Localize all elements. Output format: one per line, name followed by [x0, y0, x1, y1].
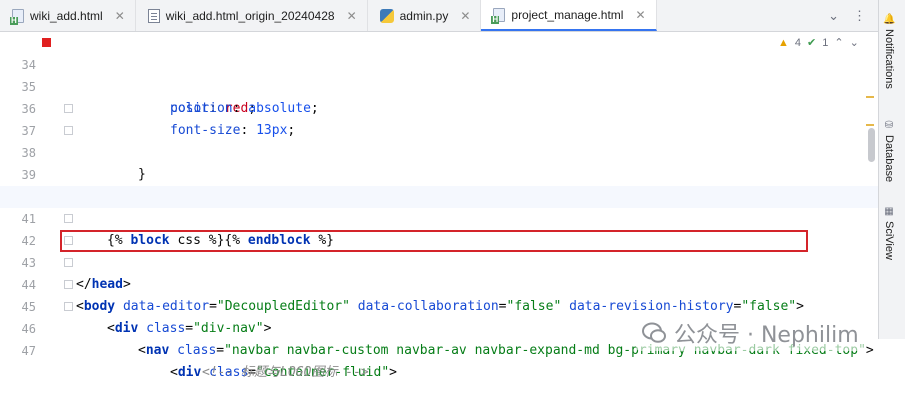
database-icon: ⛁: [884, 120, 894, 131]
fold-marker[interactable]: [64, 104, 73, 113]
grid-icon: ▦: [884, 206, 894, 217]
code-comment: <!-- 标题与LOGO图标 -->: [202, 365, 369, 380]
close-icon[interactable]: ✕: [115, 9, 125, 23]
notifications-tool[interactable]: 🔔 Notifications: [883, 14, 895, 89]
tab-label: wiki_add.html_origin_20240428: [165, 8, 335, 23]
code-line[interactable]: 37 }: [0, 98, 878, 182]
breakpoint-marker[interactable]: [42, 38, 51, 47]
chevron-up-icon[interactable]: ⌃: [834, 36, 843, 49]
database-label: Database: [883, 135, 895, 183]
tab-admin-py[interactable]: admin.py ✕: [368, 0, 482, 31]
vertical-scrollbar[interactable]: [868, 128, 875, 162]
python-file-icon: [379, 8, 394, 23]
watermark: 公众号 · Nephilim: [636, 315, 865, 351]
lightbulb-icon[interactable]: [84, 167, 142, 203]
sciview-label: SciView: [883, 221, 895, 260]
line-number: 47: [21, 344, 36, 358]
code-line[interactable]: 39: [0, 142, 878, 182]
code-editor[interactable]: 34 color: red; 35 position: absolute; 36…: [0, 32, 878, 380]
editor-tab-bar: wiki_add.html ✕ wiki_add.html_origin_202…: [0, 0, 878, 32]
weak-warning-count: 1: [822, 36, 829, 49]
html-file-icon: [10, 8, 24, 25]
tab-wiki-add[interactable]: wiki_add.html ✕: [0, 0, 136, 31]
bell-icon: 🔔: [883, 14, 896, 25]
code-line[interactable]: 38 </style>: [0, 120, 878, 204]
tab-project-manage[interactable]: project_manage.html ✕: [481, 0, 657, 31]
check-icon: ✔: [807, 37, 817, 49]
close-icon[interactable]: ✕: [347, 9, 357, 23]
fold-marker[interactable]: [64, 258, 73, 267]
fold-marker[interactable]: [64, 280, 73, 289]
warning-count: 4: [794, 36, 802, 49]
close-icon[interactable]: ✕: [635, 8, 645, 22]
warning-marker[interactable]: [866, 96, 874, 98]
tab-label: wiki_add.html: [30, 8, 103, 23]
tab-wiki-add-origin[interactable]: wiki_add.html_origin_20240428 ✕: [136, 0, 368, 31]
close-icon[interactable]: ✕: [460, 9, 470, 23]
watermark-text: 公众号 · Nephilim: [674, 323, 859, 348]
right-tool-strip: 🔔 Notifications ⛁ Database ▦ SciView: [878, 0, 905, 339]
tab-tools: ⌄ ⋮: [828, 0, 878, 31]
code-line[interactable]: 43 <body data-editor="DecoupledEditor" d…: [0, 230, 878, 314]
code-line[interactable]: 34 color: red;: [0, 32, 878, 116]
fold-marker[interactable]: [64, 302, 73, 311]
warning-marker[interactable]: [866, 124, 874, 126]
code-line[interactable]: 44 <div class="div-nav">: [0, 252, 878, 336]
inspection-widget[interactable]: ▲ 4 ✔ 1 ⌃ ⌄: [778, 36, 859, 50]
tab-label: admin.py: [399, 8, 449, 23]
code-line-current[interactable]: 41: [0, 186, 878, 226]
fold-marker[interactable]: [64, 236, 73, 245]
database-tool[interactable]: ⛁ Database: [883, 120, 895, 182]
text-file-icon: [147, 8, 160, 23]
warning-icon: ▲: [778, 36, 789, 49]
code-line[interactable]: 45 <nav class="navbar navbar-custom navb…: [0, 274, 878, 358]
fold-marker[interactable]: [64, 214, 73, 223]
chevron-down-icon[interactable]: ⌄: [850, 36, 859, 49]
fold-marker[interactable]: [64, 126, 73, 135]
code-line[interactable]: 36 font-size: 13px;: [0, 76, 878, 138]
code-line[interactable]: 40 {% block css %}{% endblock %}: [0, 164, 878, 248]
notifications-label: Notifications: [883, 29, 896, 89]
wechat-logo-icon: [642, 322, 666, 344]
tab-label: project_manage.html: [511, 7, 624, 22]
more-options-icon[interactable]: ⋮: [853, 8, 866, 24]
chevron-down-icon[interactable]: ⌄: [828, 8, 839, 24]
code-line[interactable]: 42 </head>: [0, 208, 878, 292]
html-file-icon: [491, 7, 506, 24]
code-line[interactable]: 35 position: absolute;: [0, 54, 878, 116]
sciview-tool[interactable]: ▦ SciView: [883, 206, 895, 260]
